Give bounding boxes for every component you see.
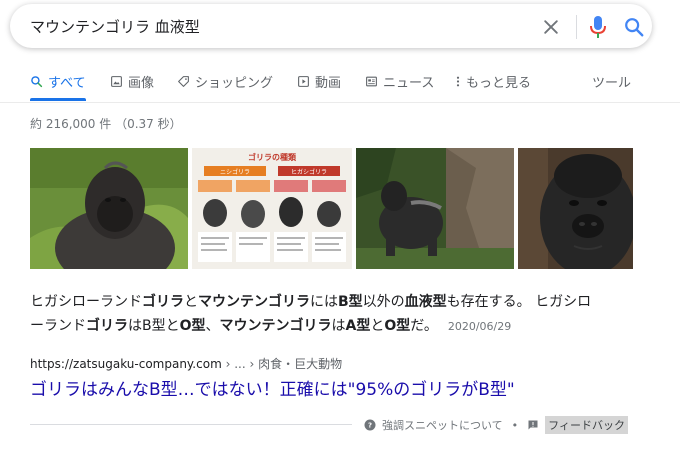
- tag-icon: [178, 76, 189, 87]
- tab-label: もっと見る: [466, 76, 532, 91]
- snippet-text: ーランド: [30, 318, 86, 334]
- search-input[interactable]: マウンテンゴリラ 血液型: [30, 16, 200, 37]
- tab-label: 動画: [315, 76, 342, 91]
- result-stats: 約 216,000 件 （0.37 秒）: [30, 117, 182, 131]
- snippet-highlight: B型: [338, 294, 363, 310]
- microphone-icon[interactable]: [588, 15, 608, 39]
- search-icon[interactable]: [623, 16, 645, 38]
- svg-text:?: ?: [368, 422, 372, 430]
- news-icon: [366, 76, 377, 87]
- snippet-date: 2020/06/29: [447, 320, 512, 333]
- gorilla-image-2[interactable]: [356, 148, 514, 269]
- footer-separator: •: [511, 418, 519, 432]
- snippet-highlight: O型: [384, 318, 411, 334]
- snippet-text: は: [331, 318, 346, 334]
- snippet-highlight: O型: [179, 318, 206, 334]
- chart-right-group: ヒガシゴリラ: [291, 168, 327, 176]
- snippet-line-2: ーランドゴリラはB型とO型、マウンテンゴリラはA型とO型だ。 2020/06/29: [30, 314, 640, 339]
- tabs-divider: [0, 102, 680, 103]
- snippet-highlight: A型: [345, 318, 371, 334]
- tab-all[interactable]: すべて: [30, 72, 86, 91]
- snippet-text: だ。: [410, 318, 438, 334]
- snippet-text: も存在する。 ヒガシロ: [446, 294, 592, 310]
- more-vert-icon: [456, 76, 460, 87]
- snippet-text: 以外の: [362, 294, 405, 310]
- tab-label: すべて: [48, 76, 86, 91]
- snippet-text: と: [165, 318, 180, 334]
- searchbox-divider: [576, 15, 577, 39]
- snippet-highlight: ゴリラ: [142, 294, 184, 310]
- search-box[interactable]: マウンテンゴリラ 血液型: [10, 4, 652, 48]
- search-tabs: すべて 画像 ショッピング 動画 ニュース もっと見る ツール: [0, 66, 680, 102]
- tab-images[interactable]: 画像: [110, 72, 154, 91]
- result-breadcrumb: › ... › 肉食・巨大動物: [221, 357, 343, 371]
- video-icon: [298, 76, 309, 87]
- snippet-footer-divider: [30, 424, 352, 425]
- tab-news[interactable]: ニュース: [365, 72, 434, 91]
- active-tab-indicator: [30, 98, 86, 101]
- snippet-highlight: マウンテンゴリラ: [219, 318, 332, 334]
- tab-shopping[interactable]: ショッピング: [177, 72, 273, 91]
- snippet-text: B型: [142, 318, 166, 334]
- snippet-text: は: [128, 318, 142, 334]
- chart-left-group: ニシゴリラ: [220, 168, 250, 176]
- snippet-text: には: [310, 294, 338, 310]
- chart-title: ゴリラの種類: [248, 152, 297, 162]
- gorilla-species-chart-image[interactable]: ゴリラの種類 ニシゴリラ ヒガシゴリラ: [192, 148, 352, 269]
- snippet-text: 、: [205, 318, 220, 334]
- snippet-highlight: マウンテンゴリラ: [198, 294, 310, 310]
- search-icon: [31, 76, 43, 88]
- snippet-line-1: ヒガシローランドゴリラとマウンテンゴリラにはB型以外の血液型も存在する。 ヒガシ…: [30, 290, 640, 314]
- snippet-highlight: ゴリラ: [86, 318, 128, 334]
- feedback-icon[interactable]: [527, 419, 539, 431]
- result-url: https://zatsugaku-company.com: [30, 357, 222, 371]
- tab-label: ショッピング: [195, 76, 274, 91]
- result-title-link[interactable]: ゴリラはみんなB型…ではない！正確には"95%のゴリラがB型": [30, 375, 515, 400]
- snippet-text: と: [370, 318, 385, 334]
- feedback-button[interactable]: フィードバック: [545, 416, 628, 434]
- tools-button[interactable]: ツール: [592, 72, 631, 91]
- help-icon[interactable]: ?: [364, 419, 376, 431]
- gorilla-image-3[interactable]: [518, 148, 633, 269]
- snippet-text: ヒガシローランド: [30, 294, 142, 310]
- gorilla-image-1[interactable]: [30, 148, 188, 269]
- tab-label: ニュース: [383, 76, 435, 91]
- about-snippets-link[interactable]: 強調スニペットについて: [382, 417, 503, 433]
- snippet-highlight: 血液型: [404, 294, 447, 310]
- clear-icon[interactable]: [541, 17, 561, 37]
- snippet-footer: ? 強調スニペットについて • フィードバック: [364, 416, 628, 434]
- tab-videos[interactable]: 動画: [297, 72, 341, 91]
- snippet-text: と: [184, 294, 198, 310]
- tab-more[interactable]: もっと見る: [455, 72, 531, 91]
- image-icon: [111, 76, 122, 87]
- tab-label: 画像: [128, 76, 155, 91]
- result-citation: https://zatsugaku-company.com › ... › 肉食…: [30, 355, 342, 372]
- featured-snippet-text: ヒガシローランドゴリラとマウンテンゴリラにはB型以外の血液型も存在する。 ヒガシ…: [30, 290, 640, 339]
